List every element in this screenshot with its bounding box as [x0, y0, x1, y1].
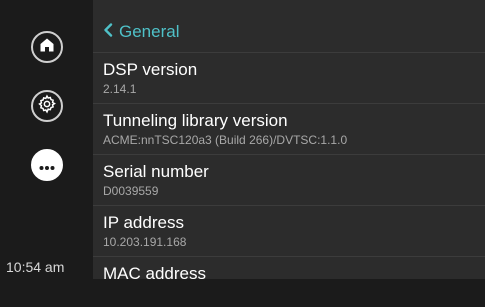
chevron-left-icon — [103, 22, 113, 41]
row-label: Tunneling library version — [103, 111, 288, 130]
more-icon — [39, 156, 55, 175]
list-item-mac-address: MAC address — [93, 256, 485, 307]
row-label: Serial number — [103, 162, 209, 181]
row-value: ACME:nnTSC120a3 (Build 266)/DVTSC:1.1.0 — [103, 133, 348, 147]
row-value: D0039559 — [103, 184, 159, 198]
row-value: 10.203.191.168 — [103, 235, 187, 249]
main-panel: General DSP version 2.14.1 Tunneling lib… — [93, 0, 485, 283]
row-label: IP address — [103, 213, 184, 232]
header: General — [93, 0, 485, 52]
home-button[interactable] — [31, 31, 63, 63]
row-label: DSP version — [103, 60, 198, 79]
row-value: 2.14.1 — [103, 82, 137, 96]
list-item-tunneling-library: Tunneling library version ACME:nnTSC120a… — [93, 103, 485, 154]
sidebar: 10:54 am — [0, 0, 93, 279]
clock-time: 10:54 am — [6, 259, 65, 275]
more-button[interactable] — [31, 149, 63, 181]
gear-icon — [37, 94, 57, 118]
list-item-ip-address: IP address 10.203.191.168 — [93, 205, 485, 256]
home-icon — [39, 37, 55, 57]
list-item-serial-number: Serial number D0039559 — [93, 154, 485, 205]
back-button[interactable]: General — [103, 22, 179, 41]
list-item-dsp-version: DSP version 2.14.1 — [93, 52, 485, 103]
back-label: General — [119, 22, 180, 41]
row-label: MAC address — [103, 264, 206, 283]
settings-button[interactable] — [31, 90, 63, 122]
